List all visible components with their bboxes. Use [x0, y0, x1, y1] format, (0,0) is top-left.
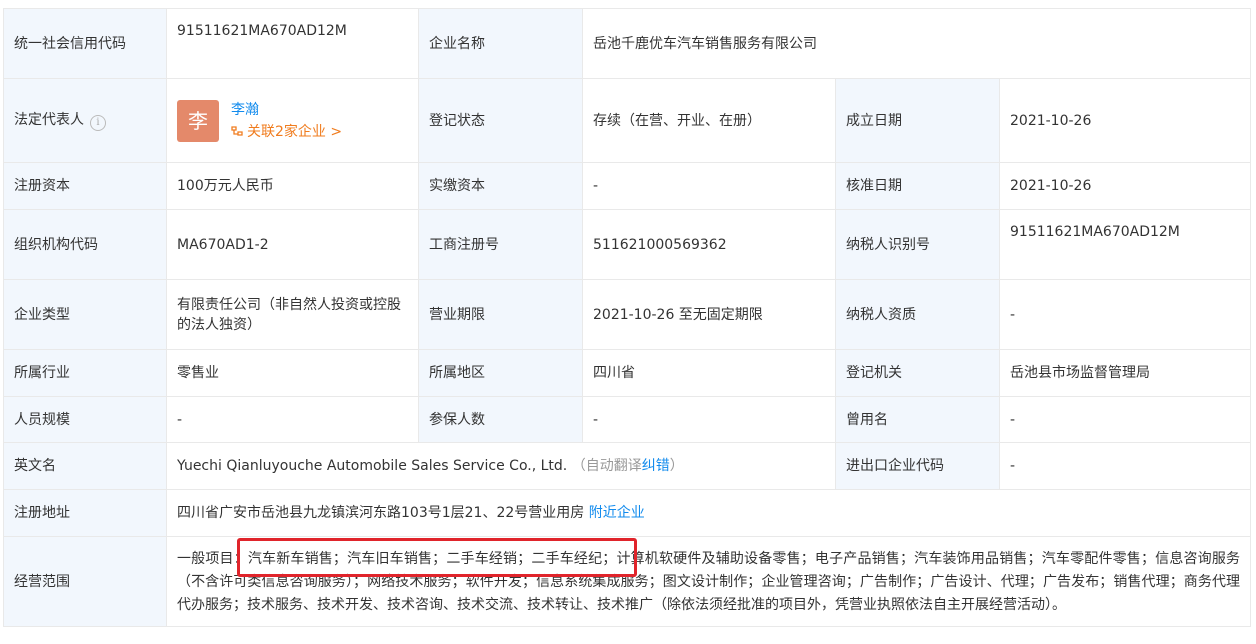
english-name-cell: Yuechi Qianluyouche Automobile Sales Ser…	[166, 442, 836, 490]
paid-capital-value: -	[582, 162, 836, 210]
biz-term-value: 2021-10-26 至无固定期限	[582, 279, 836, 350]
reg-status-value: 存续（在营、开业、在册）	[582, 78, 836, 163]
legal-rep-text: 李瀚 关联2家企业 >	[231, 99, 342, 143]
credit-code-label: 统一社会信用代码	[3, 8, 167, 79]
address-cell: 四川省广安市岳池县九龙镇滨河东路103号1层21、22号营业用房 附近企业	[165, 489, 1252, 537]
legal-rep-label-cell: 法定代表人 i	[3, 78, 167, 163]
auto-translate-note: （自动翻译	[571, 458, 642, 474]
english-name-label: 英文名	[3, 442, 167, 490]
nearby-companies-link[interactable]: 附近企业	[589, 505, 645, 521]
scope-value: 一般项目：汽车新车销售；汽车旧车销售；二手车经销；二手车经纪；计算机软硬件及辅助…	[165, 536, 1252, 627]
row-address: 注册地址 四川省广安市岳池县九龙镇滨河东路103号1层21、22号营业用房 附近…	[3, 489, 1252, 537]
legal-rep-block: 李 李瀚 关联2家企业 >	[177, 99, 408, 143]
legal-rep-cell: 李 李瀚 关联2家企业 >	[166, 78, 419, 163]
related-companies-text: 关联2家企业 >	[247, 123, 343, 140]
region-label: 所属地区	[418, 349, 583, 397]
row-staff: 人员规模 - 参保人数 - 曾用名 -	[3, 396, 1252, 443]
found-date-value: 2021-10-26	[998, 78, 1252, 163]
relation-icon	[231, 125, 243, 136]
insured-value: -	[582, 396, 836, 443]
close-paren: ）	[669, 458, 684, 474]
correct-link[interactable]: 纠错	[642, 458, 670, 474]
org-code-value: MA670AD1-2	[166, 209, 419, 280]
ie-code-label: 进出口企业代码	[835, 442, 1000, 490]
company-info-panel: 统一社会信用代码 91511621MA670AD12M 企业名称 岳池千鹿优车汽…	[0, 0, 1256, 644]
credit-code-value: 91511621MA670AD12M	[166, 8, 419, 79]
company-type-label: 企业类型	[3, 279, 167, 350]
reg-capital-value: 100万元人民币	[166, 162, 419, 210]
org-code-label: 组织机构代码	[3, 209, 167, 280]
company-type-value: 有限责任公司（非自然人投资或控股的法人独资）	[166, 279, 419, 350]
company-name-label: 企业名称	[418, 8, 583, 79]
approve-date-value: 2021-10-26	[998, 162, 1252, 210]
address-value: 四川省广安市岳池县九龙镇滨河东路103号1层21、22号营业用房	[177, 505, 585, 521]
company-name-value: 岳池千鹿优车汽车销售服务有限公司	[581, 8, 1252, 79]
row-industry: 所属行业 零售业 所属地区 四川省 登记机关 岳池县市场监督管理局	[3, 349, 1252, 397]
reg-capital-label: 注册资本	[3, 162, 167, 210]
avatar[interactable]: 李	[177, 99, 219, 142]
row-codes: 组织机构代码 MA670AD1-2 工商注册号 511621000569362 …	[3, 209, 1252, 280]
ie-code-value: -	[998, 442, 1252, 490]
biz-reg-no-label: 工商注册号	[418, 209, 583, 280]
taxpayer-id-value: 91511621MA670AD12M	[998, 209, 1252, 280]
former-name-label: 曾用名	[835, 396, 1000, 443]
industry-value: 零售业	[166, 349, 419, 397]
staff-size-value: -	[166, 396, 419, 443]
scope-label: 经营范围	[3, 536, 167, 627]
region-value: 四川省	[582, 349, 836, 397]
english-name-value: Yuechi Qianluyouche Automobile Sales Ser…	[177, 458, 568, 474]
info-icon[interactable]: i	[90, 115, 106, 131]
reg-authority-value: 岳池县市场监督管理局	[998, 349, 1252, 397]
row-type: 企业类型 有限责任公司（非自然人投资或控股的法人独资） 营业期限 2021-10…	[3, 279, 1252, 350]
row-legal-rep: 法定代表人 i 李 李瀚 关联2家企业 > 登记状态 存续（在营、开业、在册） 成…	[3, 78, 1252, 163]
row-capital: 注册资本 100万元人民币 实缴资本 - 核准日期 2021-10-26	[3, 162, 1252, 210]
legal-rep-label: 法定代表人	[14, 112, 84, 128]
staff-size-label: 人员规模	[3, 396, 167, 443]
biz-term-label: 营业期限	[418, 279, 583, 350]
legal-rep-name-link[interactable]: 李瀚	[231, 99, 342, 121]
found-date-label: 成立日期	[835, 78, 1000, 163]
row-scope: 经营范围 一般项目：汽车新车销售；汽车旧车销售；二手车经销；二手车经纪；计算机软…	[3, 536, 1252, 627]
approve-date-label: 核准日期	[835, 162, 1000, 210]
row-english-name: 英文名 Yuechi Qianluyouche Automobile Sales…	[3, 442, 1252, 490]
industry-label: 所属行业	[3, 349, 167, 397]
paid-capital-label: 实缴资本	[418, 162, 583, 210]
reg-authority-label: 登记机关	[835, 349, 1000, 397]
company-info-table: 统一社会信用代码 91511621MA670AD12M 企业名称 岳池千鹿优车汽…	[3, 8, 1252, 627]
reg-status-label: 登记状态	[418, 78, 583, 163]
former-name-value: -	[998, 396, 1252, 443]
taxpayer-qual-label: 纳税人资质	[835, 279, 1000, 350]
address-label: 注册地址	[3, 489, 167, 537]
taxpayer-qual-value: -	[998, 279, 1252, 350]
related-companies-link[interactable]: 关联2家企业 >	[231, 121, 342, 143]
taxpayer-id-label: 纳税人识别号	[835, 209, 1000, 280]
biz-reg-no-value: 511621000569362	[582, 209, 836, 280]
row-credit-code: 统一社会信用代码 91511621MA670AD12M 企业名称 岳池千鹿优车汽…	[3, 8, 1252, 79]
insured-label: 参保人数	[418, 396, 583, 443]
